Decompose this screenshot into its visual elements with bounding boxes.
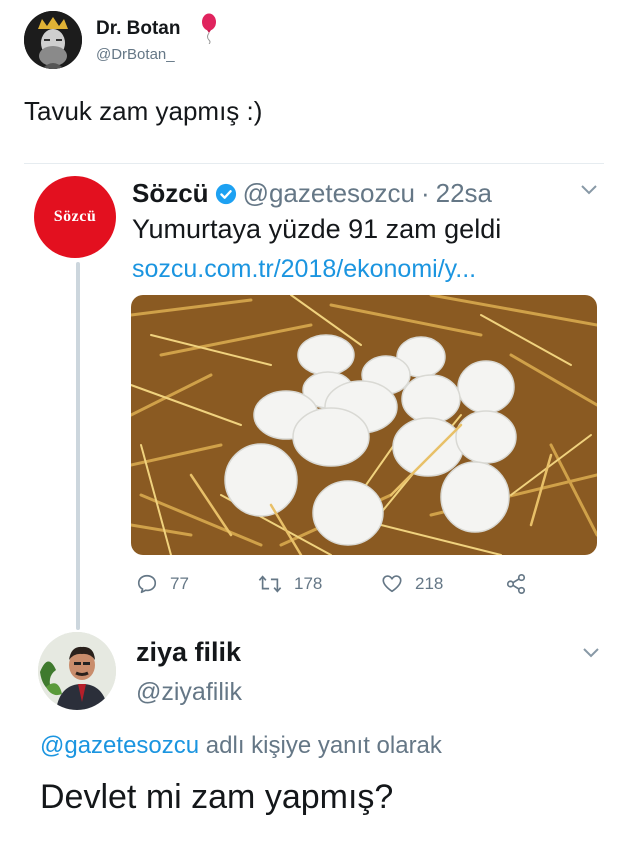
reply-author-handle[interactable]: @ziyafilik xyxy=(136,678,242,707)
retweet-icon xyxy=(258,575,282,593)
author-name[interactable]: Dr. Botan xyxy=(96,18,180,40)
quoted-tweet-link[interactable]: sozcu.com.tr/2018/ekonomi/y... xyxy=(132,255,476,284)
retweet-count: 178 xyxy=(294,574,323,593)
chevron-down-icon[interactable] xyxy=(578,182,600,198)
quoted-timestamp[interactable]: 22sa xyxy=(436,178,492,209)
retweet-button[interactable]: 178 xyxy=(258,573,322,595)
reply-count: 77 xyxy=(170,574,189,593)
divider xyxy=(24,163,604,164)
tweet-photo[interactable] xyxy=(131,295,597,555)
reply-mention-link[interactable]: @gazetesozcu xyxy=(40,732,199,759)
share-button[interactable] xyxy=(505,573,539,595)
reply-context-text: adlı kişiye yanıt olarak xyxy=(199,732,442,759)
chevron-down-icon[interactable] xyxy=(580,645,602,661)
quoted-header: Sözcü @gazetesozcu · 22sa xyxy=(132,178,492,209)
reply-avatar[interactable] xyxy=(38,632,116,710)
reply-button[interactable]: 77 xyxy=(136,573,189,595)
quoted-author-handle[interactable]: @gazetesozcu xyxy=(243,178,415,209)
eggs-in-straw-image xyxy=(131,295,597,555)
quoted-author-name[interactable]: Sözcü xyxy=(132,178,209,209)
share-icon xyxy=(506,574,526,594)
avatar[interactable] xyxy=(24,11,82,69)
reply-author-name[interactable]: ziya filik xyxy=(136,637,241,668)
separator-dot: · xyxy=(420,178,430,208)
reply-tweet-text: Devlet mi zam yapmış? xyxy=(40,778,394,816)
like-count: 218 xyxy=(415,574,444,593)
sozcu-avatar-logo: Sözcü xyxy=(53,208,97,225)
avatar-portrait-icon xyxy=(24,11,82,69)
author-handle[interactable]: @DrBotan_ xyxy=(96,46,175,63)
balloon-icon xyxy=(198,12,220,45)
heart-icon xyxy=(382,575,402,593)
verified-badge-icon xyxy=(215,183,236,204)
reply-icon xyxy=(137,574,157,594)
tweet-text: Tavuk zam yapmış :) xyxy=(24,96,263,126)
reply-context: @gazetesozcu adlı kişiye yanıt olarak xyxy=(40,732,442,760)
sozcu-avatar[interactable]: Sözcü xyxy=(34,176,116,258)
thread-line xyxy=(76,262,80,630)
avatar-portrait-icon xyxy=(38,632,116,710)
quoted-tweet-text: Yumurtaya yüzde 91 zam geldi xyxy=(132,214,502,244)
like-button[interactable]: 218 xyxy=(381,573,443,595)
